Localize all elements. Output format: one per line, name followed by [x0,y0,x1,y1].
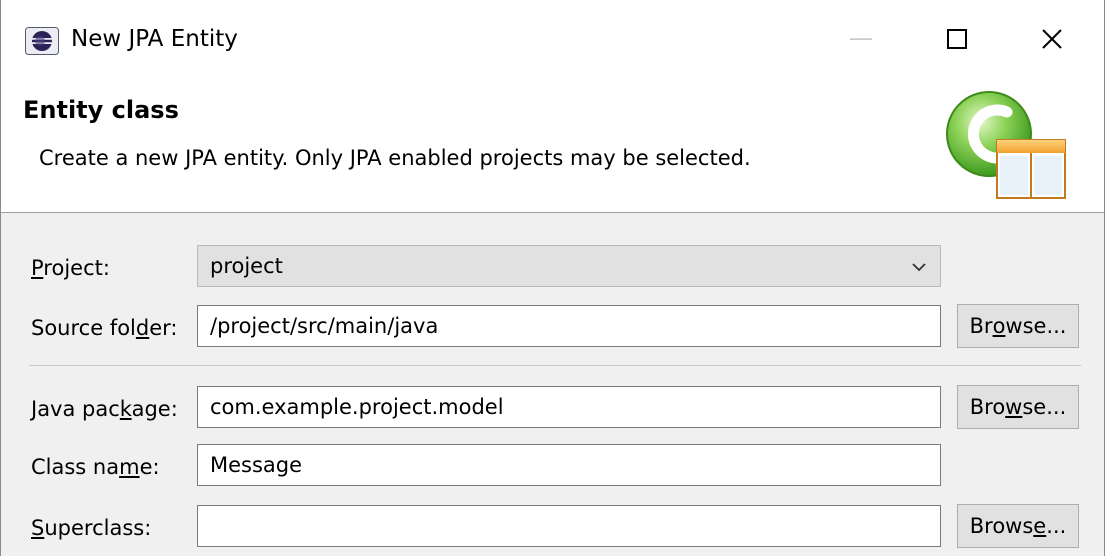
class-name-label: Class name: [31,455,160,479]
maximize-icon [947,29,967,49]
entity-form: Project: project Source folder: /project… [1,213,1104,556]
source-folder-input[interactable]: /project/src/main/java [197,305,941,347]
minimize-icon [850,38,872,40]
project-select-value: project [210,254,283,278]
maximize-button[interactable] [927,14,987,64]
wizard-banner: Entity class Create a new JPA entity. On… [1,78,1104,213]
banner-title: Entity class [23,96,179,124]
java-package-value: com.example.project.model [210,395,504,419]
source-folder-value: /project/src/main/java [210,314,439,338]
superclass-label: Superclass: [31,516,152,540]
jpa-entity-wizard-graphic [946,91,1066,199]
close-button[interactable] [1022,14,1082,64]
banner-description: Create a new JPA entity. Only JPA enable… [39,146,751,170]
java-package-browse-button[interactable]: Bro w se... [957,385,1079,429]
form-separator [29,365,1081,366]
superclass-browse-button[interactable]: Brows e... [957,504,1079,548]
superclass-input[interactable] [197,505,941,547]
java-package-label: Java package: [31,397,178,421]
source-folder-browse-button[interactable]: Br o wse... [957,304,1079,348]
source-folder-label: Source folder: [31,316,178,340]
class-name-value: Message [210,453,303,477]
class-name-input[interactable]: Message [197,444,941,486]
close-icon [1042,29,1062,49]
project-label: Project: [31,256,110,280]
java-package-input[interactable]: com.example.project.model [197,386,941,428]
minimize-button[interactable] [831,14,891,64]
project-select[interactable]: project [197,245,941,287]
title-bar: New JPA Entity [1,0,1104,78]
chevron-down-icon [912,263,926,272]
window-title: New JPA Entity [71,26,238,52]
new-jpa-entity-dialog: New JPA Entity Entity class Create a new… [0,0,1105,556]
eclipse-icon [25,27,59,55]
